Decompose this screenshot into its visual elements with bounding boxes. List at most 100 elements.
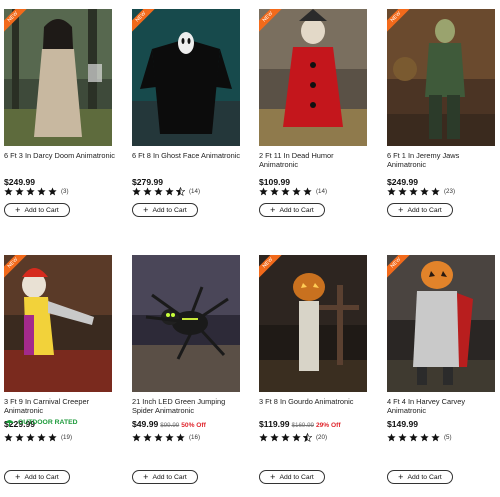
discount-label: 50% Off — [181, 422, 206, 429]
star-full-icon — [259, 432, 268, 441]
star-full-icon — [165, 186, 174, 195]
star-half-icon — [303, 432, 312, 442]
review-count: (14) — [189, 187, 201, 195]
star-full-icon — [37, 432, 46, 441]
product-title[interactable]: 3 Ft 8 In Gourdo Animatronic — [259, 397, 371, 406]
add-to-cart-label: Add to Cart — [24, 473, 59, 481]
product-card[interactable]: NEW 2 Ft 11 In Dead Humor Animatronic $1… — [259, 9, 369, 217]
star-full-icon — [409, 186, 418, 195]
add-to-cart-label: Add to Cart — [407, 206, 442, 214]
add-to-cart-label: Add to Cart — [152, 206, 187, 214]
product-title[interactable]: 21 Inch LED Green Jumping Spider Animatr… — [132, 397, 244, 415]
review-count: (5) — [444, 433, 452, 441]
product-image[interactable] — [132, 255, 240, 392]
review-count: (19) — [61, 433, 73, 441]
star-full-icon — [132, 186, 141, 195]
star-full-icon — [420, 186, 429, 195]
star-full-icon — [292, 186, 301, 195]
star-full-icon — [4, 432, 13, 441]
product-price: $119.99 — [259, 419, 290, 429]
plus-icon: + — [398, 204, 404, 215]
product-photo — [259, 255, 367, 392]
product-card[interactable]: 21 Inch LED Green Jumping Spider Animatr… — [132, 255, 242, 484]
product-image[interactable]: NEW — [132, 9, 240, 146]
add-to-cart-label: Add to Cart — [279, 206, 314, 214]
product-card[interactable]: NEW 6 Ft 8 In Ghost Face Animatronic $27… — [132, 9, 242, 217]
outdoor-rated-label: OUTDOOR RATED — [18, 419, 78, 426]
plus-icon: + — [15, 471, 21, 482]
product-title[interactable]: 3 Ft 9 In Carnival Creeper Animatronic — [4, 397, 116, 415]
add-to-cart-button[interactable]: + Add to Cart — [259, 470, 325, 484]
add-to-cart-button[interactable]: + Add to Cart — [259, 203, 325, 217]
product-image[interactable]: NEW — [259, 255, 367, 392]
star-full-icon — [26, 186, 35, 195]
product-card[interactable]: NEW 3 Ft 8 In Gourdo Animatronic $119.99… — [259, 255, 369, 484]
rating-stars[interactable]: (20) — [259, 432, 327, 442]
star-full-icon — [15, 432, 24, 441]
rating-stars[interactable]: (14) — [259, 186, 327, 196]
star-full-icon — [154, 186, 163, 195]
add-to-cart-label: Add to Cart — [152, 473, 187, 481]
add-to-cart-label: Add to Cart — [407, 473, 442, 481]
product-card[interactable]: NEW 3 Ft 9 In Carnival Creeper Animatron… — [4, 255, 114, 484]
star-full-icon — [143, 186, 152, 195]
star-full-icon — [270, 186, 279, 195]
add-to-cart-button[interactable]: + Add to Cart — [132, 470, 198, 484]
rating-stars[interactable]: (23) — [387, 186, 455, 196]
star-full-icon — [176, 432, 185, 441]
rating-stars[interactable]: (16) — [132, 432, 200, 442]
original-price: $169.99 — [291, 422, 314, 429]
product-image[interactable]: NEW — [4, 9, 112, 146]
plus-icon: + — [270, 471, 276, 482]
add-to-cart-button[interactable]: + Add to Cart — [132, 203, 198, 217]
star-full-icon — [431, 186, 440, 195]
product-photo — [4, 255, 112, 392]
product-title[interactable]: 4 Ft 4 In Harvey Carvey Animatronic — [387, 397, 499, 415]
rating-stars[interactable]: (5) — [387, 432, 452, 442]
star-full-icon — [143, 432, 152, 441]
add-to-cart-button[interactable]: + Add to Cart — [4, 470, 70, 484]
product-card[interactable]: NEW 6 Ft 3 In Darcy Doom Animatronic $24… — [4, 9, 115, 217]
review-count: (20) — [316, 433, 328, 441]
star-full-icon — [26, 432, 35, 441]
star-full-icon — [48, 432, 57, 441]
plus-icon: + — [398, 471, 404, 482]
star-full-icon — [303, 186, 312, 195]
review-count: (3) — [61, 187, 69, 195]
price-row: $149.99 — [387, 419, 418, 429]
product-title[interactable]: 2 Ft 11 In Dead Humor Animatronic — [259, 151, 371, 169]
star-full-icon — [281, 432, 290, 441]
star-full-icon — [37, 186, 46, 195]
rating-stars[interactable]: (19) — [4, 432, 72, 442]
star-full-icon — [398, 186, 407, 195]
plus-icon: + — [143, 204, 149, 215]
product-title[interactable]: 6 Ft 8 In Ghost Face Animatronic — [132, 151, 244, 160]
star-full-icon — [398, 432, 407, 441]
product-title[interactable]: 6 Ft 3 In Darcy Doom Animatronic — [4, 151, 116, 160]
product-image[interactable]: NEW — [387, 255, 495, 392]
product-card[interactable]: NEW 6 Ft 1 In Jeremy Jaws Animatronic $2… — [387, 9, 497, 217]
rating-stars[interactable]: (3) — [4, 186, 69, 196]
product-title[interactable]: 6 Ft 1 In Jeremy Jaws Animatronic — [387, 151, 499, 169]
original-price: $99.99 — [160, 422, 180, 429]
add-to-cart-label: Add to Cart — [24, 206, 59, 214]
star-full-icon — [132, 432, 141, 441]
rating-stars[interactable]: (14) — [132, 186, 200, 196]
review-count: (23) — [444, 187, 456, 195]
star-full-icon — [409, 432, 418, 441]
product-card[interactable]: NEW 4 Ft 4 In Harvey Carvey Animatronic … — [387, 255, 497, 484]
product-image[interactable]: NEW — [4, 255, 112, 392]
add-to-cart-button[interactable]: + Add to Cart — [387, 203, 453, 217]
star-full-icon — [387, 432, 396, 441]
price-row: $119.99 $169.99 29% Off — [259, 419, 341, 429]
star-full-icon — [15, 186, 24, 195]
star-full-icon — [48, 186, 57, 195]
add-to-cart-button[interactable]: + Add to Cart — [4, 203, 70, 217]
product-image[interactable]: NEW — [387, 9, 495, 146]
plus-icon: + — [143, 471, 149, 482]
star-full-icon — [165, 432, 174, 441]
add-to-cart-button[interactable]: + Add to Cart — [387, 470, 453, 484]
product-price: $149.99 — [387, 419, 419, 429]
product-image[interactable]: NEW — [259, 9, 367, 146]
star-full-icon — [292, 432, 301, 441]
